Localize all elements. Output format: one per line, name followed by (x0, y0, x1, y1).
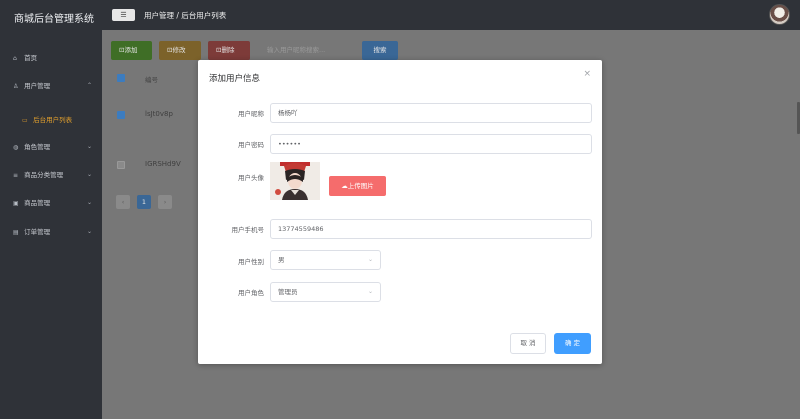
category-icon: ≡ (13, 172, 19, 179)
role-label: 用户角色 (238, 289, 264, 297)
chevron-down-icon: ⌄ (367, 288, 373, 295)
add-user-dialog: 添加用户信息 × 用户昵称 杨杨吖 用户密码 •••••• 用户头像 ☁上传图片… (198, 60, 602, 364)
sidebar-item-order-management[interactable]: ▤ 订单管理 ⌄ (0, 224, 102, 240)
sidebar-item-goods-management[interactable]: ▣ 商品管理 ⌄ (0, 195, 102, 211)
table-row: IGRSHd9V (145, 160, 181, 168)
order-icon: ▤ (13, 229, 19, 236)
sidebar-item-category-management[interactable]: ≡ 商品分类管理 ⌄ (0, 167, 102, 183)
column-header-id: 编号 (145, 76, 158, 84)
close-icon[interactable]: × (583, 69, 591, 79)
edit-button[interactable]: ⊡修改 (159, 41, 201, 60)
pagination-next[interactable]: › (158, 195, 172, 209)
search-input[interactable]: 输入用户昵称搜索... (259, 41, 352, 60)
sidebar-item-role-management[interactable]: ◍ 角色管理 ⌄ (0, 139, 102, 155)
chevron-down-icon: ⌄ (86, 171, 92, 178)
sidebar-item-user-management[interactable]: ♙ 用户管理 ⌃ (0, 78, 102, 94)
pagination-page[interactable]: 1 (137, 195, 151, 209)
password-field[interactable]: •••••• (270, 134, 592, 154)
chevron-down-icon: ⌄ (86, 228, 92, 235)
sidebar-item-label: 订单管理 (24, 228, 51, 236)
confirm-button[interactable]: 确 定 (554, 333, 591, 354)
chevron-down-icon: ⌄ (86, 199, 92, 206)
home-icon: ⌂ (13, 55, 17, 62)
avatar[interactable] (769, 4, 790, 25)
add-button[interactable]: ⊡添加 (111, 41, 152, 60)
sidebar-item-home[interactable]: ⌂ 首页 (0, 50, 102, 66)
hamburger-icon[interactable]: ☰ (112, 9, 135, 21)
document-icon: ▭ (22, 117, 28, 124)
search-button[interactable]: 搜索 (362, 41, 398, 60)
role-icon: ◍ (13, 144, 19, 151)
chevron-down-icon: ⌄ (86, 143, 92, 150)
dialog-title: 添加用户信息 (209, 74, 261, 84)
table-row: lsJt0v8p (145, 110, 173, 118)
chevron-down-icon: ⌄ (367, 256, 373, 263)
sidebar-item-label: 后台用户列表 (33, 116, 73, 124)
nickname-label: 用户昵称 (238, 110, 264, 118)
pagination-prev[interactable]: ‹ (116, 195, 130, 209)
app-title: 商城后台管理系统 (14, 14, 94, 25)
sidebar-item-backend-user-list[interactable]: ▭ 后台用户列表 (0, 112, 102, 128)
sidebar-item-label: 角色管理 (24, 143, 51, 151)
role-select[interactable]: 管理员 ⌄ (270, 282, 381, 302)
phone-label: 用户手机号 (231, 226, 265, 234)
gender-label: 用户性别 (238, 258, 264, 266)
sidebar-item-label: 商品分类管理 (24, 171, 64, 179)
select-all-checkbox[interactable] (117, 74, 125, 82)
sidebar: 商城后台管理系统 ⌂ 首页 ♙ 用户管理 ⌃ ▭ 后台用户列表 ◍ 角色管理 ⌄… (0, 0, 102, 419)
breadcrumb: 用户管理 / 后台用户列表 (144, 11, 227, 20)
chevron-up-icon: ⌃ (86, 82, 92, 89)
password-label: 用户密码 (238, 141, 264, 149)
goods-icon: ▣ (13, 200, 19, 207)
sidebar-item-label: 用户管理 (24, 82, 51, 90)
cancel-button[interactable]: 取 消 (510, 333, 546, 354)
sidebar-item-label: 商品管理 (24, 199, 51, 207)
row-checkbox[interactable] (117, 111, 125, 119)
sidebar-item-label: 首页 (24, 54, 38, 62)
avatar-label: 用户头像 (238, 174, 264, 182)
gender-select[interactable]: 男 ⌄ (270, 250, 381, 270)
nickname-field[interactable]: 杨杨吖 (270, 103, 592, 123)
user-icon: ♙ (13, 83, 19, 90)
top-bar: ☰ 用户管理 / 后台用户列表 (102, 0, 800, 30)
phone-field[interactable]: 13774559486 (270, 219, 592, 239)
upload-image-button[interactable]: ☁上传图片 (329, 176, 386, 196)
delete-button[interactable]: ⊡删除 (208, 41, 250, 60)
avatar-preview (270, 162, 320, 200)
row-checkbox[interactable] (117, 161, 125, 169)
